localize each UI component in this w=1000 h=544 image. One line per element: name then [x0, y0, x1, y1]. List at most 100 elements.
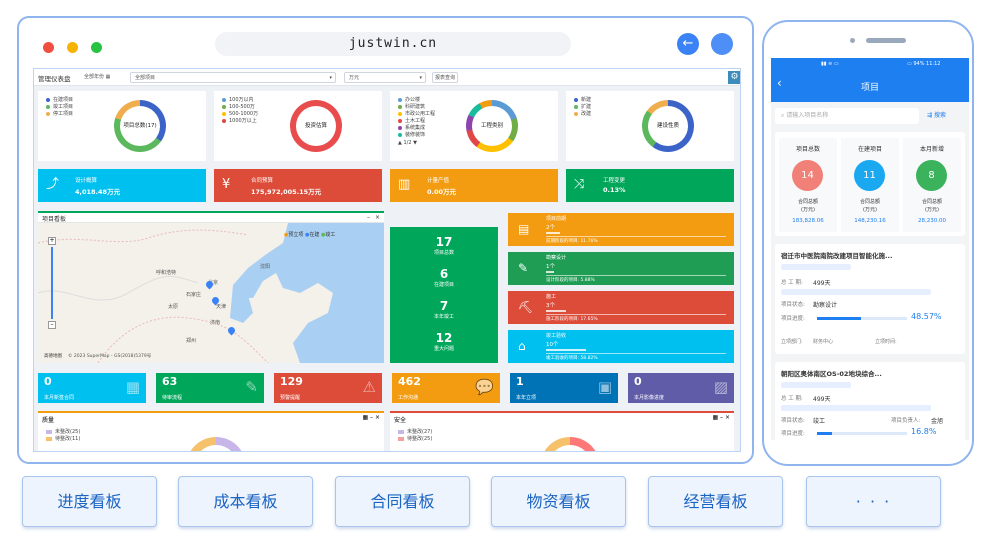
minimize-icon[interactable]: –: [367, 214, 370, 221]
dashboard-toolbar: 管理仪表盘 全部年份 ▦ 全部项目 ▾ 万元 ▾ 报表查询 ⚙: [34, 69, 740, 86]
ruler-icon: ✎: [518, 261, 529, 275]
quality-panel-title: 质量: [42, 417, 55, 424]
map-logo: 高德地图: [44, 354, 62, 359]
summary-card-category: 办公楼 科研建筑 市政公用工程 土木工程 系统集成 装修装饰 ▲ 1/2 ▼ 工…: [390, 91, 558, 161]
window-close-button[interactable]: [43, 42, 54, 53]
progress-track: [817, 317, 907, 320]
zoom-control[interactable]: + –: [48, 237, 58, 333]
project-name: 宿迁市中医院南院改建项目智能化施...: [781, 252, 893, 260]
phone-header: ▮▮ ≋ ▭ ▭ 94% 11:12 ‹ 项目: [771, 58, 969, 102]
summary-new[interactable]: 本月新增 8 合同总额 (万元) 28,230.00: [903, 138, 961, 232]
zoom-in-icon[interactable]: +: [48, 237, 56, 245]
search-icon: ⌕: [781, 112, 785, 119]
investment-donut: 投资估算: [290, 100, 342, 152]
warning-icon: ⚠: [362, 378, 376, 396]
battery-icon: ▭: [907, 61, 912, 67]
chevron-down-icon: ▾: [329, 75, 332, 81]
filter-icon: ⇶: [927, 112, 933, 119]
nature-donut: 建设性质: [642, 100, 694, 152]
tile-image-progress[interactable]: 0 本月影像进度 ▨: [628, 373, 734, 403]
phone-speaker: [866, 38, 906, 43]
phone-screen: ▮▮ ≋ ▭ ▭ 94% 11:12 ‹ 项目 ⌕ 请输入项目名称 ⇶ 搜索 项…: [771, 58, 969, 440]
map-panel: 项目看板 – × + – ●预立项 ●在建 ●竣工 呼和浩特 太原 石家庄 天津…: [38, 211, 384, 363]
summary-total[interactable]: 项目总数 14 合同总额 (万元) 183,828.06: [779, 138, 837, 232]
summary-card-investment: 100万以内 100-500万 500-1000万 1000万以上 投资估算: [214, 91, 382, 161]
back-button[interactable]: ←: [677, 33, 699, 55]
avatar[interactable]: [711, 33, 733, 55]
calendar-icon: ▦: [105, 74, 111, 80]
map-canvas[interactable]: + – ●预立项 ●在建 ●竣工 呼和浩特 太原 石家庄 北京 天津 济南 郑州…: [38, 223, 384, 363]
phone-camera: [850, 38, 855, 43]
gear-icon[interactable]: ⚙: [728, 71, 740, 84]
tile-yearly-projects[interactable]: 1 本年立项 ▣: [510, 373, 618, 403]
window-maximize-button[interactable]: [91, 42, 102, 53]
doc-icon: ▤: [518, 222, 530, 236]
year-filter[interactable]: 全部年份 ▦: [80, 72, 120, 83]
phase-kpi-list: ▤ 项目前期 2个 前期阶段的项目: 11.76% ✎ 勘察设计 1个 设计阶段的项目:…: [508, 213, 734, 363]
kpi-acceptance[interactable]: ⌂ 竣工验收 10个 竣工验收的项目: 58.82%: [508, 330, 734, 363]
excavator-icon: ⛏: [518, 300, 534, 314]
tab-more[interactable]: · · ·: [806, 476, 941, 527]
progress-text: 48.57%: [911, 312, 942, 321]
progress-track: [817, 432, 907, 435]
kpi-preliminary[interactable]: ▤ 项目前期 2个 前期阶段的项目: 11.76%: [508, 213, 734, 246]
panel-controls[interactable]: ▦ – ×: [362, 414, 380, 421]
stat-design-estimate: ⤴ 设计概算 4,018.48万元: [38, 169, 206, 202]
kpi-construction[interactable]: ⛏ 施工 3个 施工阶段的项目: 17.65%: [508, 291, 734, 324]
safety-panel-title: 安全: [394, 417, 407, 424]
tab-progress-board[interactable]: 进度看板: [22, 476, 157, 527]
tile-new-contracts[interactable]: 0 本月新签合同 ▦: [38, 373, 146, 403]
address-bar[interactable]: justwin.cn: [215, 32, 571, 56]
map-city: 天津: [216, 304, 227, 310]
summary-card-nature: 新建 扩建 改建 建设性质: [566, 91, 734, 161]
project-search-input[interactable]: ⌕ 请输入项目名称: [775, 108, 919, 124]
yen-icon: ¥: [222, 177, 231, 192]
close-icon[interactable]: ×: [375, 214, 380, 221]
browser-window: justwin.cn ← 管理仪表盘 全部年份 ▦ 全部项目 ▾ 万元 ▾ 报表查询…: [17, 16, 754, 464]
project-select[interactable]: 全部项目 ▾: [130, 72, 336, 83]
stat-change-rate: ⤨ 工程变更 0.13%: [566, 169, 734, 202]
stat-contract-budget: ¥ 合同预算 175,972,005.15万元: [214, 169, 382, 202]
unit-select[interactable]: 万元 ▾: [344, 72, 426, 83]
progress-text: 16.8%: [911, 427, 937, 436]
summary-card-projects: 在建项目 竣工项目 停工项目 项目总数(17): [38, 91, 206, 161]
tab-cost-board[interactable]: 成本看板: [178, 476, 313, 527]
progress-fill: [817, 317, 861, 320]
tile-alerts[interactable]: 129 预警提醒 ⚠: [274, 373, 382, 403]
chart-icon: ⤴: [46, 177, 60, 192]
category-donut: 工程类别: [466, 100, 518, 152]
stat-measured-output: ▥ 计量产值 0.00万元: [390, 169, 558, 202]
arrow-left-icon: ←: [682, 36, 694, 51]
window-minimize-button[interactable]: [67, 42, 78, 53]
map-city: 呼和浩特: [156, 270, 177, 276]
project-card[interactable]: 宿迁市中医院南院改建项目智能化施... 总 工 期: 499天 项目状态: 勘察…: [775, 244, 965, 354]
query-button[interactable]: 报表查询: [432, 72, 458, 83]
pager-down-icon[interactable]: ▼: [413, 140, 417, 146]
tile-pending-flows[interactable]: 63 待审流程 ✎: [156, 373, 264, 403]
tab-business-board[interactable]: 经营看板: [648, 476, 783, 527]
image-icon: ▨: [713, 378, 728, 396]
project-card[interactable]: 朝阳区奥体南区OS-02地块综合... 总 工 期: 499天 项目状态: 竣工…: [775, 362, 965, 440]
tile-communication[interactable]: 462 工作沟通 💬: [392, 373, 500, 403]
tab-material-board[interactable]: 物资看板: [491, 476, 626, 527]
bar-chart-icon: ▥: [398, 177, 411, 192]
summary-active[interactable]: 在建项目 11 合同总额 (万元) 148,230.16: [841, 138, 899, 232]
map-drawing: [38, 223, 384, 363]
kpi-design[interactable]: ✎ 勘察设计 1个 设计阶段的项目: 5.88%: [508, 252, 734, 285]
pager-up-icon[interactable]: ▲: [398, 140, 402, 146]
phone-frame: ▮▮ ≋ ▭ ▭ 94% 11:12 ‹ 项目 ⌕ 请输入项目名称 ⇶ 搜索 项…: [762, 20, 974, 466]
zoom-out-icon[interactable]: –: [48, 321, 56, 329]
map-city: 郑州: [186, 338, 197, 344]
tab-contract-board[interactable]: 合同看板: [335, 476, 470, 527]
map-panel-title: 项目看板: [42, 216, 67, 223]
status-bar: ▭ 94% 11:12: [907, 61, 941, 67]
edit-icon: ✎: [245, 378, 258, 396]
signal-icon: ▮▮ ≋ ▭: [821, 61, 839, 67]
cubes-icon: ▣: [597, 378, 612, 396]
search-button[interactable]: ⇶ 搜索: [927, 108, 963, 124]
panel-controls[interactable]: ▦ – ×: [712, 414, 730, 421]
page-title: 管理仪表盘: [38, 75, 71, 83]
project-name: 朝阳区奥体南区OS-02地块综合...: [781, 370, 882, 378]
map-legend: ●预立项 ●在建 ●竣工: [284, 232, 336, 238]
newspaper-icon: ▦: [125, 378, 140, 396]
